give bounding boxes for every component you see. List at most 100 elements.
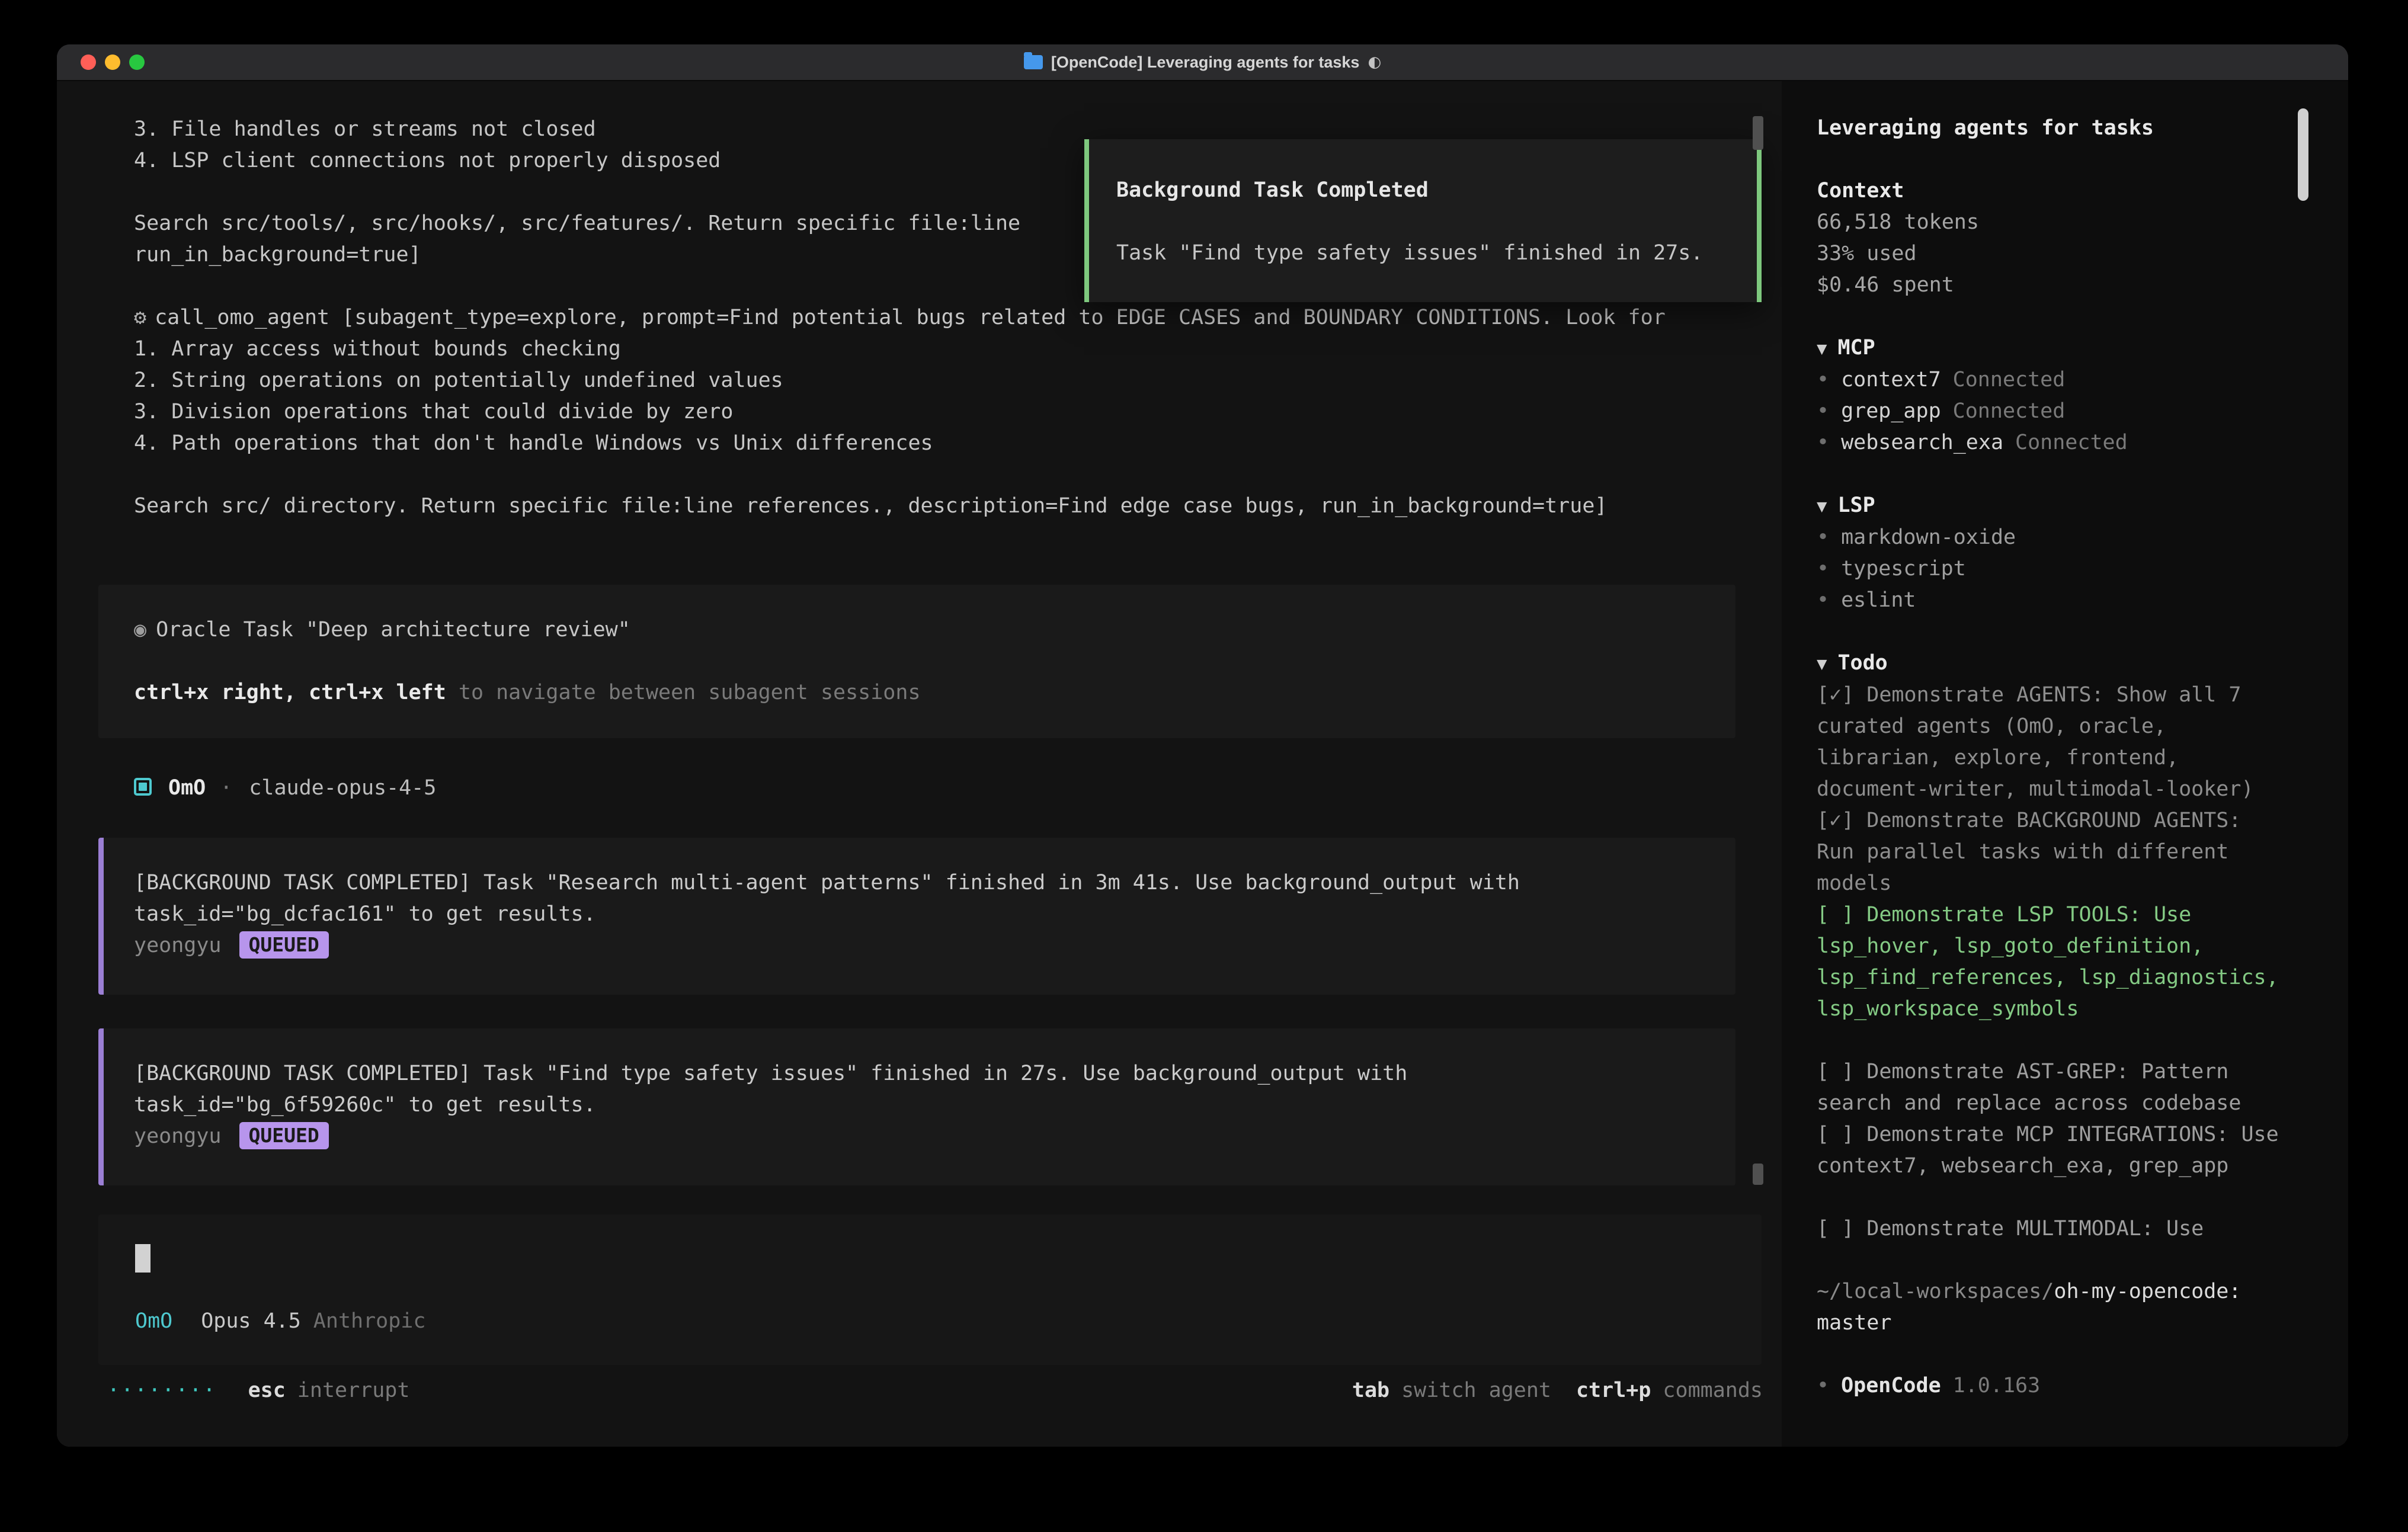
log-line: Search src/ directory. Return specific f… — [98, 491, 1758, 522]
oracle-hint-line: ctrl+x right, ctrl+x left to navigate be… — [134, 677, 1700, 709]
todo-item-active: [ ] Demonstrate LSP TOOLS: Use lsp_hover… — [1817, 899, 2285, 1025]
input-model-name: Opus 4.5 — [201, 1309, 301, 1333]
minimize-button[interactable] — [105, 55, 120, 70]
input-line — [135, 1243, 1725, 1274]
context-tokens: 66,518 tokens — [1817, 207, 2285, 238]
input-provider-name: Anthropic — [313, 1309, 426, 1333]
mcp-status: Connected — [1953, 368, 2066, 392]
titlebar[interactable]: [OpenCode] Leveraging agents for tasks◐ — [57, 44, 2348, 81]
mcp-status: Connected — [2015, 431, 2128, 454]
statusbar-right: tab switch agent ctrl+p commands — [1352, 1375, 1763, 1406]
oracle-hint-keys: ctrl+x right, ctrl+x left — [134, 681, 446, 704]
traffic-lights — [81, 44, 145, 80]
context-used: 33% used — [1817, 238, 2285, 270]
message-block: [BACKGROUND TASK COMPLETED] Task "Find t… — [98, 1028, 1735, 1185]
bullet-icon: • — [1817, 431, 1829, 454]
model-status-line: OmO Opus 4.5 Anthropic — [135, 1306, 1725, 1337]
bullet-icon: • — [1817, 525, 1829, 549]
mcp-item: • websearch_exa Connected — [1817, 427, 2285, 459]
workspace-path-prefix: ~/local-workspaces/ — [1817, 1280, 2054, 1303]
bullet-icon: • — [1817, 1374, 1829, 1398]
todo-item: [✓] Demonstrate AGENTS: Show all 7 curat… — [1817, 680, 2285, 805]
chevron-down-icon: ▼ — [1817, 496, 1827, 516]
tab-key-label: switch agent — [1401, 1379, 1551, 1402]
ctrlp-key-hint: ctrl+p — [1576, 1379, 1651, 1402]
context-spent: $0.46 spent — [1817, 270, 2285, 301]
todo-item: [ ] Demonstrate MCP INTEGRATIONS: Use co… — [1817, 1119, 2285, 1182]
text-cursor — [135, 1244, 150, 1273]
oracle-task-title: Oracle Task "Deep architecture review" — [156, 618, 630, 642]
tab-key-hint: tab — [1352, 1379, 1389, 1402]
message-text: [BACKGROUND TASK COMPLETED] Task "Find t… — [134, 1058, 1663, 1121]
mcp-item: •grep_appConnected — [1817, 396, 2285, 427]
todo-item: [✓] Demonstrate BACKGROUND AGENTS: Run p… — [1817, 805, 2285, 899]
spinner-dots: ········ — [107, 1379, 217, 1402]
oracle-task-panel: ◉Oracle Task "Deep architecture review" … — [98, 585, 1735, 738]
tool-call-line: 2. String operations on potentially unde… — [98, 365, 1758, 396]
sidebar: Leveraging agents for tasks Context 66,5… — [1782, 81, 2348, 1447]
app-version: 1.0.163 — [1953, 1374, 2041, 1398]
message-text: [BACKGROUND TASK COMPLETED] Task "Resear… — [134, 867, 1663, 930]
esc-key-label: interrupt — [297, 1379, 410, 1402]
todo-section-header[interactable]: ▼ Todo — [1817, 648, 2285, 680]
terminal-window: [OpenCode] Leveraging agents for tasks◐ … — [57, 44, 2348, 1447]
mcp-name: websearch_exa — [1841, 431, 2003, 454]
toast-notification[interactable]: Background Task Completed Task "Find typ… — [1084, 139, 1762, 302]
mcp-section-header[interactable]: ▼MCP — [1817, 332, 2285, 364]
agent-name: OmO — [168, 776, 206, 800]
todo-item: [ ] Demonstrate AST-GREP: Pattern search… — [1817, 1056, 2285, 1119]
status-badge: QUEUED — [239, 931, 329, 959]
session-title: Leveraging agents for tasks — [1817, 113, 2285, 144]
todo-item: [ ] Demonstrate MULTIMODAL: Use — [1817, 1213, 2285, 1245]
mcp-status: Connected — [1953, 399, 2066, 423]
bullet-icon: • — [1817, 588, 1829, 612]
lsp-item: • markdown-oxide — [1817, 522, 2285, 553]
lsp-name: eslint — [1841, 588, 1916, 612]
half-moon-icon: ◐ — [1368, 44, 1381, 80]
lsp-name: markdown-oxide — [1841, 525, 2016, 549]
bullet-icon: • — [1817, 368, 1829, 392]
version-line: •OpenCode1.0.163 — [1817, 1370, 2285, 1402]
fisheye-icon: ◉ — [134, 618, 146, 642]
message-block: [BACKGROUND TASK COMPLETED] Task "Resear… — [98, 838, 1735, 995]
zoom-button[interactable] — [129, 55, 145, 70]
bullet-icon: • — [1817, 557, 1829, 581]
sidebar-scrollbar-thumb[interactable] — [2298, 108, 2308, 201]
mcp-item: •context7Connected — [1817, 364, 2285, 396]
toast-title: Background Task Completed — [1116, 175, 1730, 206]
statusbar-left: ········escinterrupt — [107, 1375, 409, 1406]
tool-call-line: 4. Path operations that don't handle Win… — [98, 428, 1758, 459]
todo-heading: Todo — [1837, 651, 1887, 675]
omo-agent-icon — [134, 778, 152, 796]
workspace-branch: master — [1817, 1311, 1891, 1335]
chevron-down-icon: ▼ — [1817, 338, 1827, 358]
agent-separator: · — [220, 776, 232, 800]
message-author: yeongyu — [134, 1124, 222, 1148]
bullet-icon: • — [1817, 399, 1829, 423]
prompt-input[interactable]: OmO Opus 4.5 Anthropic — [98, 1214, 1762, 1365]
message-meta: yeongyu QUEUED — [134, 930, 1663, 961]
input-agent-name: OmO — [135, 1309, 172, 1333]
ctrlp-key-label: commands — [1663, 1379, 1763, 1402]
window-title: [OpenCode] Leveraging agents for tasks — [1051, 44, 1360, 80]
tool-call-line: 3. Division operations that could divide… — [98, 396, 1758, 428]
message-author: yeongyu — [134, 934, 222, 957]
lsp-name: typescript — [1841, 557, 1966, 581]
oracle-title-line: ◉ Oracle Task "Deep architecture review" — [134, 614, 1700, 646]
main-scrollbar-thumb-top[interactable] — [1753, 116, 1763, 150]
close-button[interactable] — [81, 55, 96, 70]
tool-call-line: ⚙call_omo_agent [subagent_type=explore, … — [98, 302, 1758, 334]
gear-icon: ⚙ — [134, 306, 146, 329]
chevron-down-icon: ▼ — [1817, 653, 1827, 674]
window-title-group: [OpenCode] Leveraging agents for tasks◐ — [1024, 44, 1381, 80]
tool-call-line: 1. Array access without bounds checking — [98, 334, 1758, 365]
oracle-hint-text: to navigate between subagent sessions — [446, 681, 921, 704]
folder-icon — [1024, 55, 1043, 69]
main-scrollbar-thumb-bottom[interactable] — [1753, 1164, 1763, 1185]
workspace-repo: oh-my-opencode: — [2054, 1280, 2241, 1303]
lsp-item: • typescript — [1817, 553, 2285, 585]
lsp-section-header[interactable]: ▼LSP — [1817, 490, 2285, 522]
lsp-item: • eslint — [1817, 585, 2285, 616]
context-heading: Context — [1817, 175, 2285, 207]
agent-header: OmO·claude-opus-4-5 — [98, 773, 1782, 804]
